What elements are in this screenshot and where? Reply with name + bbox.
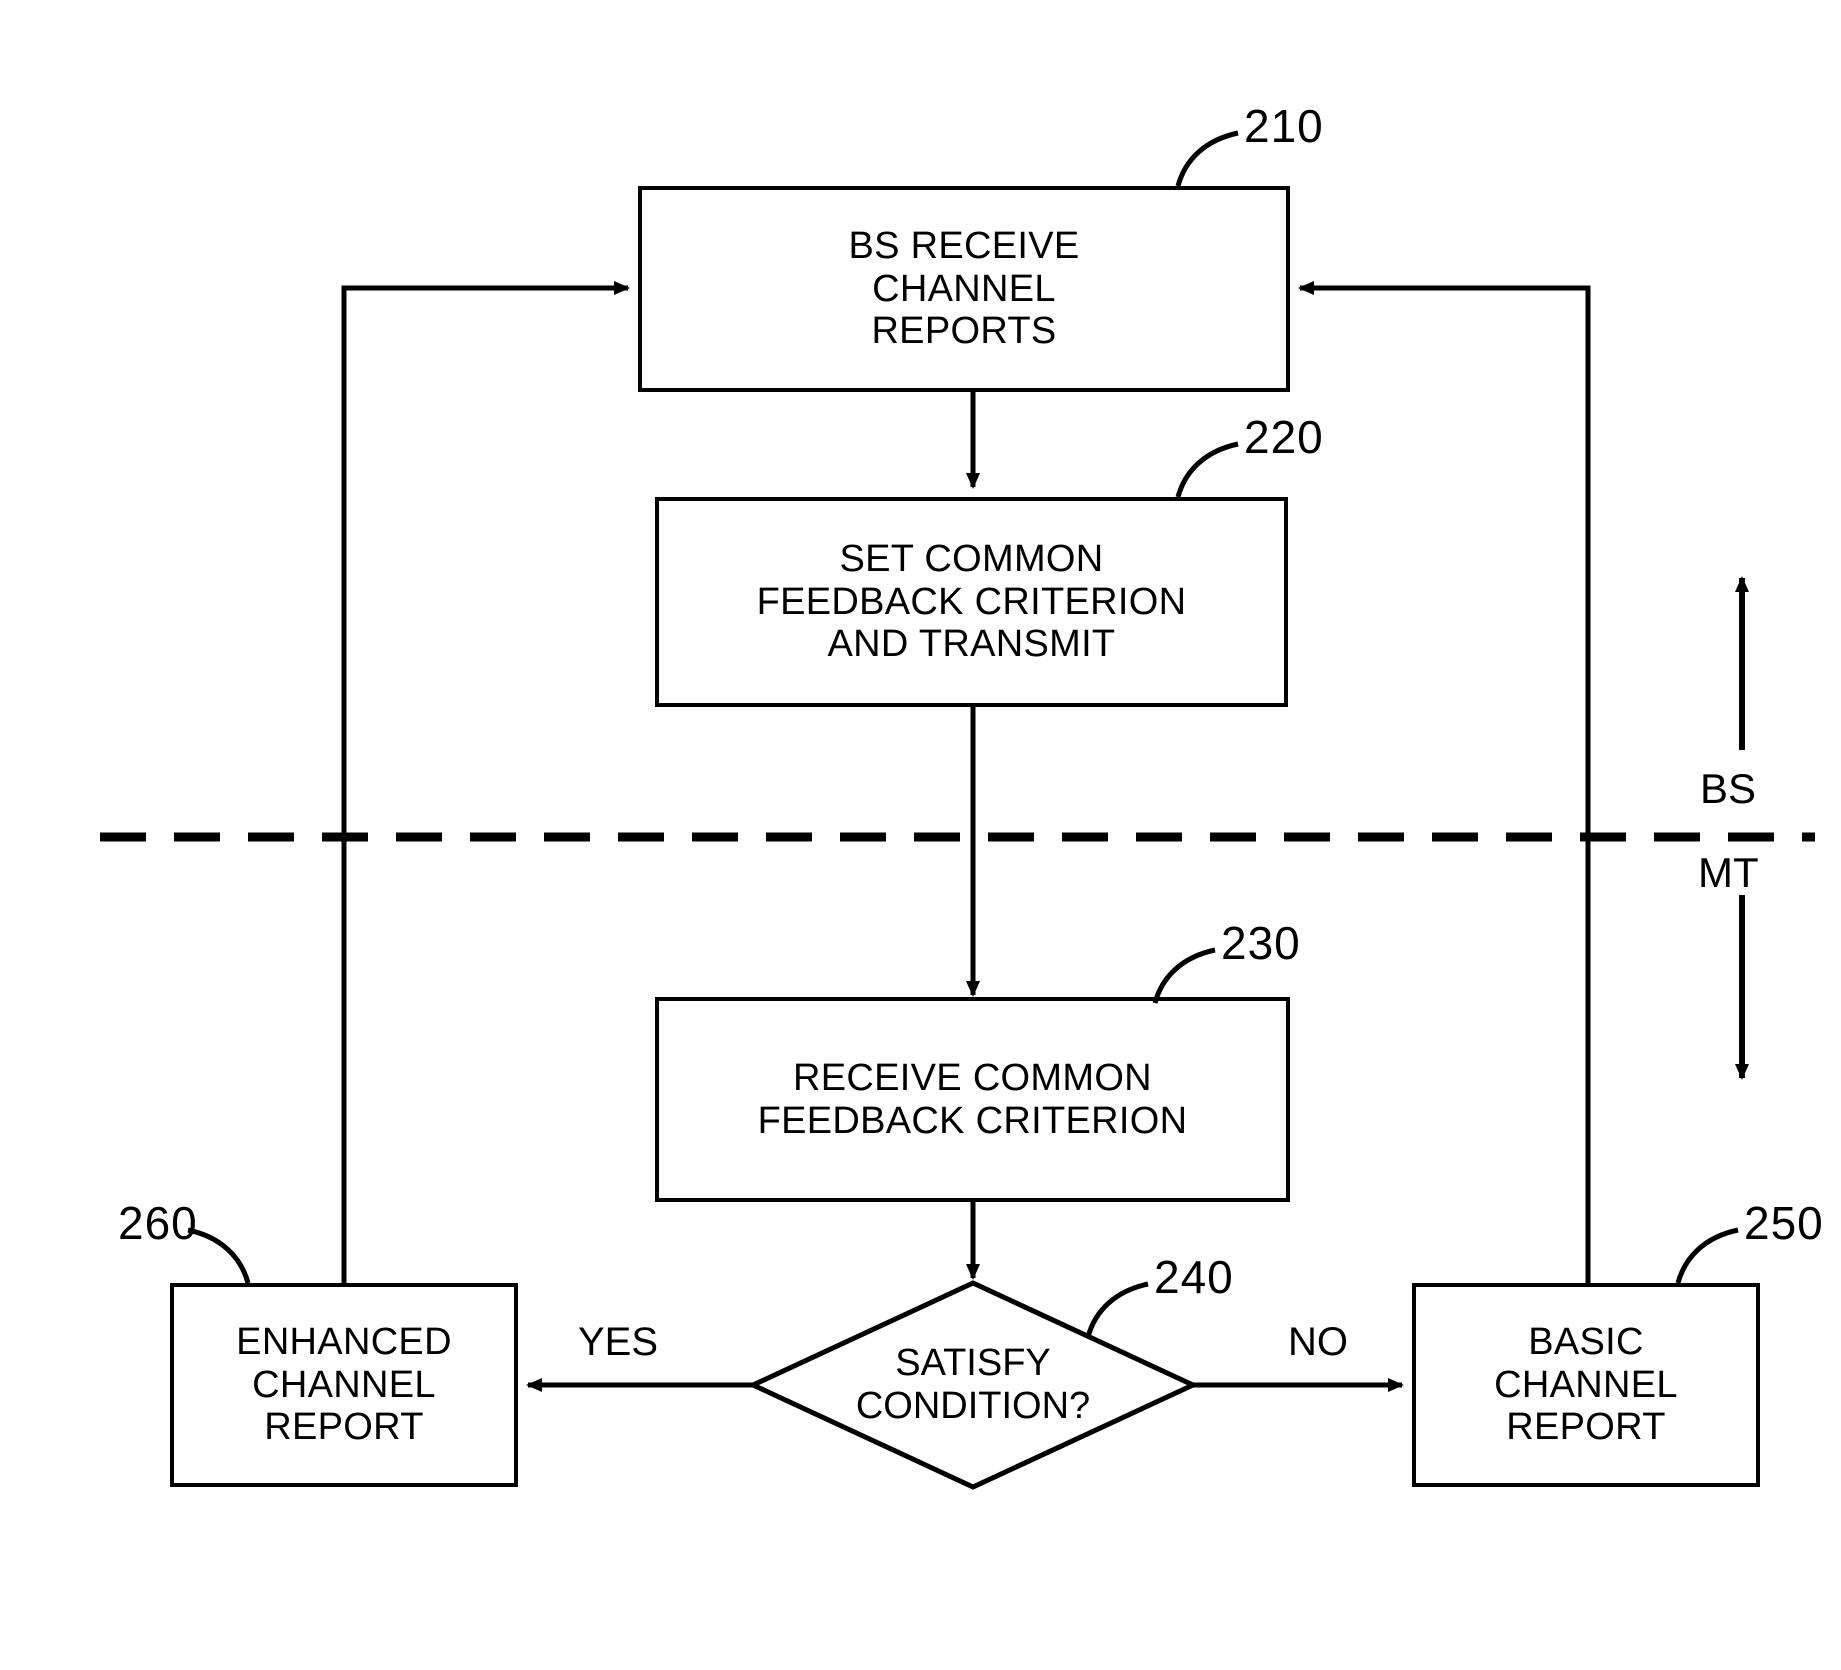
- edge-enhanced-report-feedback-to-bs-receive: [341, 281, 630, 1283]
- node-satisfy-condition-label: SATISFY CONDITION?: [855, 1342, 1091, 1427]
- node-basic-channel-report: BASIC CHANNEL REPORT: [1412, 1283, 1760, 1487]
- ref-label-230-text: 230: [1221, 917, 1301, 969]
- divider-label-mt-text: MT: [1698, 849, 1759, 896]
- edge-label-no-text: NO: [1288, 1320, 1348, 1364]
- ref-label-260-text: 260: [118, 1197, 198, 1249]
- leader-line-250: [1675, 1227, 1739, 1284]
- edge-basic-report-feedback-to-bs-receive: [1298, 281, 1591, 1283]
- node-bs-receive-channel-reports-label: BS RECEIVE CHANNEL REPORTS: [848, 224, 1080, 353]
- ref-label-240: 240: [1154, 1254, 1234, 1300]
- leader-line-230: [1152, 947, 1216, 1004]
- edge-label-no: NO: [1288, 1322, 1348, 1362]
- figure-canvas: BS RECEIVE CHANNEL REPORTS SET COMMON FE…: [0, 0, 1841, 1670]
- edge-label-yes: YES: [578, 1322, 658, 1362]
- ref-label-250-text: 250: [1744, 1197, 1824, 1249]
- leader-line-210: [1175, 130, 1239, 187]
- ref-label-210-text: 210: [1244, 100, 1324, 152]
- node-receive-common-feedback-criterion-label: RECEIVE COMMON FEEDBACK CRITERION: [757, 1056, 1188, 1142]
- divider-label-bs-text: BS: [1700, 765, 1757, 812]
- leader-line-240: [1085, 1281, 1149, 1338]
- node-satisfy-condition: SATISFY CONDITION?: [803, 1335, 1143, 1435]
- ref-label-260: 260: [118, 1200, 198, 1246]
- edge-label-yes-text: YES: [578, 1320, 659, 1364]
- node-bs-receive-channel-reports: BS RECEIVE CHANNEL REPORTS: [638, 186, 1290, 392]
- leader-line-220: [1175, 441, 1239, 498]
- node-enhanced-channel-report-label: ENHANCED CHANNEL REPORT: [236, 1320, 452, 1449]
- node-basic-channel-report-label: BASIC CHANNEL REPORT: [1494, 1320, 1678, 1449]
- ref-label-220-text: 220: [1244, 411, 1324, 463]
- ref-label-240-text: 240: [1154, 1251, 1234, 1303]
- node-receive-common-feedback-criterion: RECEIVE COMMON FEEDBACK CRITERION: [655, 997, 1290, 1202]
- node-set-common-feedback-criterion: SET COMMON FEEDBACK CRITERION AND TRANSM…: [655, 497, 1288, 707]
- ref-label-250: 250: [1744, 1200, 1824, 1246]
- ref-label-210: 210: [1244, 103, 1324, 149]
- node-set-common-feedback-criterion-label: SET COMMON FEEDBACK CRITERION AND TRANSM…: [756, 537, 1187, 666]
- ref-label-220: 220: [1244, 414, 1324, 460]
- node-enhanced-channel-report: ENHANCED CHANNEL REPORT: [170, 1283, 518, 1487]
- divider-label-mt: MT: [1698, 852, 1759, 894]
- ref-label-230: 230: [1221, 920, 1301, 966]
- divider-label-bs: BS: [1700, 768, 1756, 810]
